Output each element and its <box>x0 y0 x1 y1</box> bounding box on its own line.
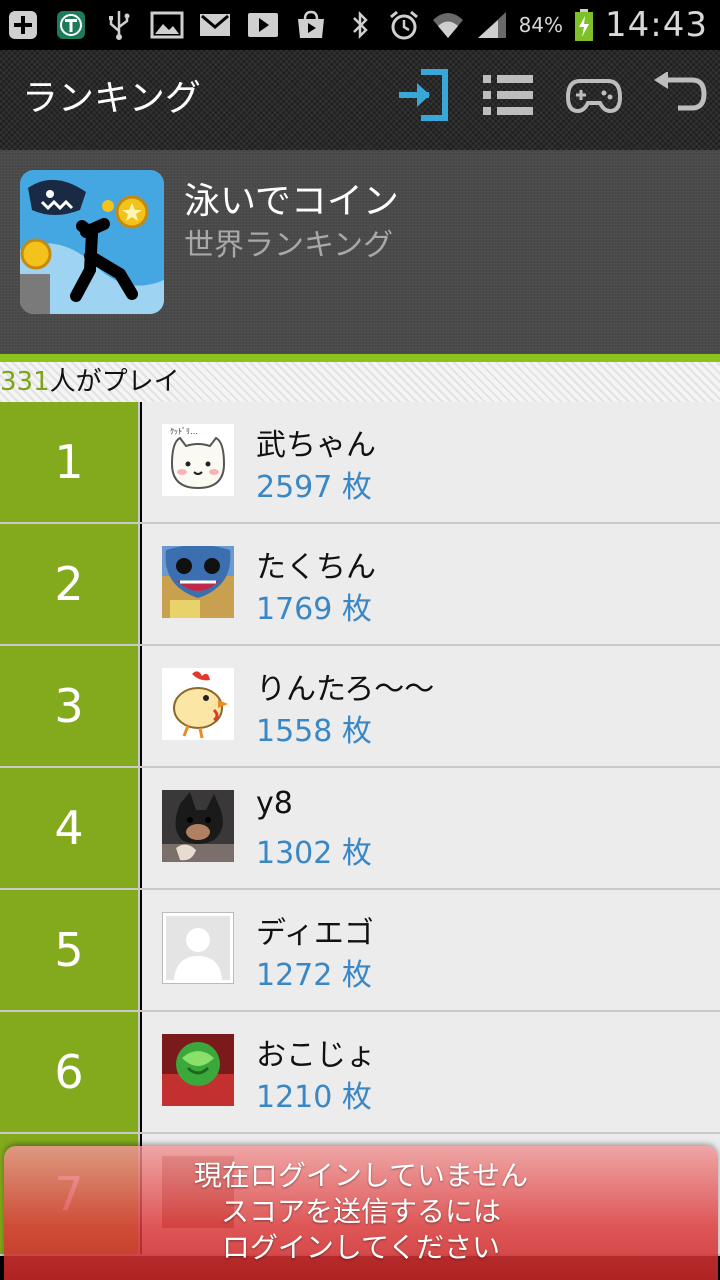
dog-avatar <box>162 790 234 862</box>
players-label: 人がプレイ <box>49 367 180 397</box>
gmail-icon <box>198 8 232 42</box>
stitch-avatar <box>162 546 234 618</box>
store-icon <box>294 8 328 42</box>
player-score: 1302 枚 <box>256 836 372 871</box>
ranking-row[interactable]: 5 ディエゴ 1272 枚 <box>0 890 720 1012</box>
rank-number: 4 <box>0 768 140 888</box>
action-bar: ランキング <box>0 50 720 150</box>
player-name: 武ちゃん <box>256 428 376 463</box>
back-icon <box>652 71 708 122</box>
wifi-icon <box>431 8 465 42</box>
player-score: 1769 枚 <box>256 592 372 627</box>
rank-number: 6 <box>0 1012 140 1132</box>
play-icon <box>246 8 280 42</box>
game-title: 泳いでコイン <box>184 181 399 222</box>
ranking-list[interactable]: 1 ｸｯﾄﾞﾘ… 武ちゃん 2597 枚 2 たくちん 1769 枚 3 りんた… <box>0 402 720 1256</box>
battery-percent: 84% <box>518 13 564 37</box>
toast-line: スコアを送信するには <box>220 1195 501 1228</box>
player-score: 1272 枚 <box>256 958 372 993</box>
ranking-list-button[interactable] <box>480 69 536 125</box>
rank-number: 2 <box>0 524 140 644</box>
player-name: たくちん <box>256 550 376 585</box>
add-icon <box>6 8 40 42</box>
login-button[interactable] <box>394 69 450 125</box>
game-icon <box>20 170 164 314</box>
player-name: りんたろ～～ <box>256 672 435 707</box>
green-ball-avatar <box>162 1034 234 1106</box>
ranking-row[interactable]: 1 ｸｯﾄﾞﾘ… 武ちゃん 2597 枚 <box>0 402 720 524</box>
bluetooth-icon <box>343 8 377 42</box>
player-name: ディエゴ <box>256 916 374 951</box>
players-count-row: 331人がプレイ <box>0 362 720 402</box>
player-name: おこじょ <box>256 1038 376 1073</box>
image-icon <box>150 8 184 42</box>
usb-icon <box>102 8 136 42</box>
list-icon <box>481 73 535 121</box>
shield-t-icon <box>54 8 88 42</box>
players-count: 331 <box>0 367 50 397</box>
svg-text:ｸｯﾄﾞﾘ…: ｸｯﾄﾞﾘ… <box>170 427 198 436</box>
login-required-toast: 現在ログインしていません スコアを送信するには ログインしてください <box>4 1146 718 1280</box>
ranking-row[interactable]: 3 りんたろ～～ 1558 枚 <box>0 646 720 768</box>
back-button[interactable] <box>652 69 708 125</box>
status-bar: 84% 14:43 <box>0 0 720 50</box>
player-name: y8 <box>256 786 293 821</box>
battery-charging-icon <box>573 8 595 42</box>
login-icon <box>395 68 449 126</box>
default-user-avatar <box>162 912 234 984</box>
gamepad-icon <box>565 75 623 119</box>
divider <box>0 354 720 362</box>
clock: 14:43 <box>605 5 708 45</box>
chicken-avatar <box>162 668 234 740</box>
ranking-row[interactable]: 2 たくちん 1769 枚 <box>0 524 720 646</box>
game-header: 泳いでコイン 世界ランキング <box>0 150 720 354</box>
screen-title: ランキング <box>22 78 201 119</box>
signal-icon <box>475 8 509 42</box>
player-score: 2597 枚 <box>256 470 372 505</box>
ranking-row[interactable]: 4 y8 1302 枚 <box>0 768 720 890</box>
ranking-row[interactable]: 6 おこじょ 1210 枚 <box>0 1012 720 1134</box>
games-button[interactable] <box>565 69 623 125</box>
toast-line: ログインしてください <box>221 1231 501 1264</box>
cat-avatar: ｸｯﾄﾞﾘ… <box>162 424 234 496</box>
toast-line: 現在ログインしていません <box>193 1159 529 1192</box>
rank-number: 1 <box>0 402 140 522</box>
game-subtitle: 世界ランキング <box>184 228 394 263</box>
rank-number: 5 <box>0 890 140 1010</box>
player-score: 1558 枚 <box>256 714 372 749</box>
alarm-icon <box>387 8 421 42</box>
rank-number: 3 <box>0 646 140 766</box>
player-score: 1210 枚 <box>256 1080 372 1115</box>
